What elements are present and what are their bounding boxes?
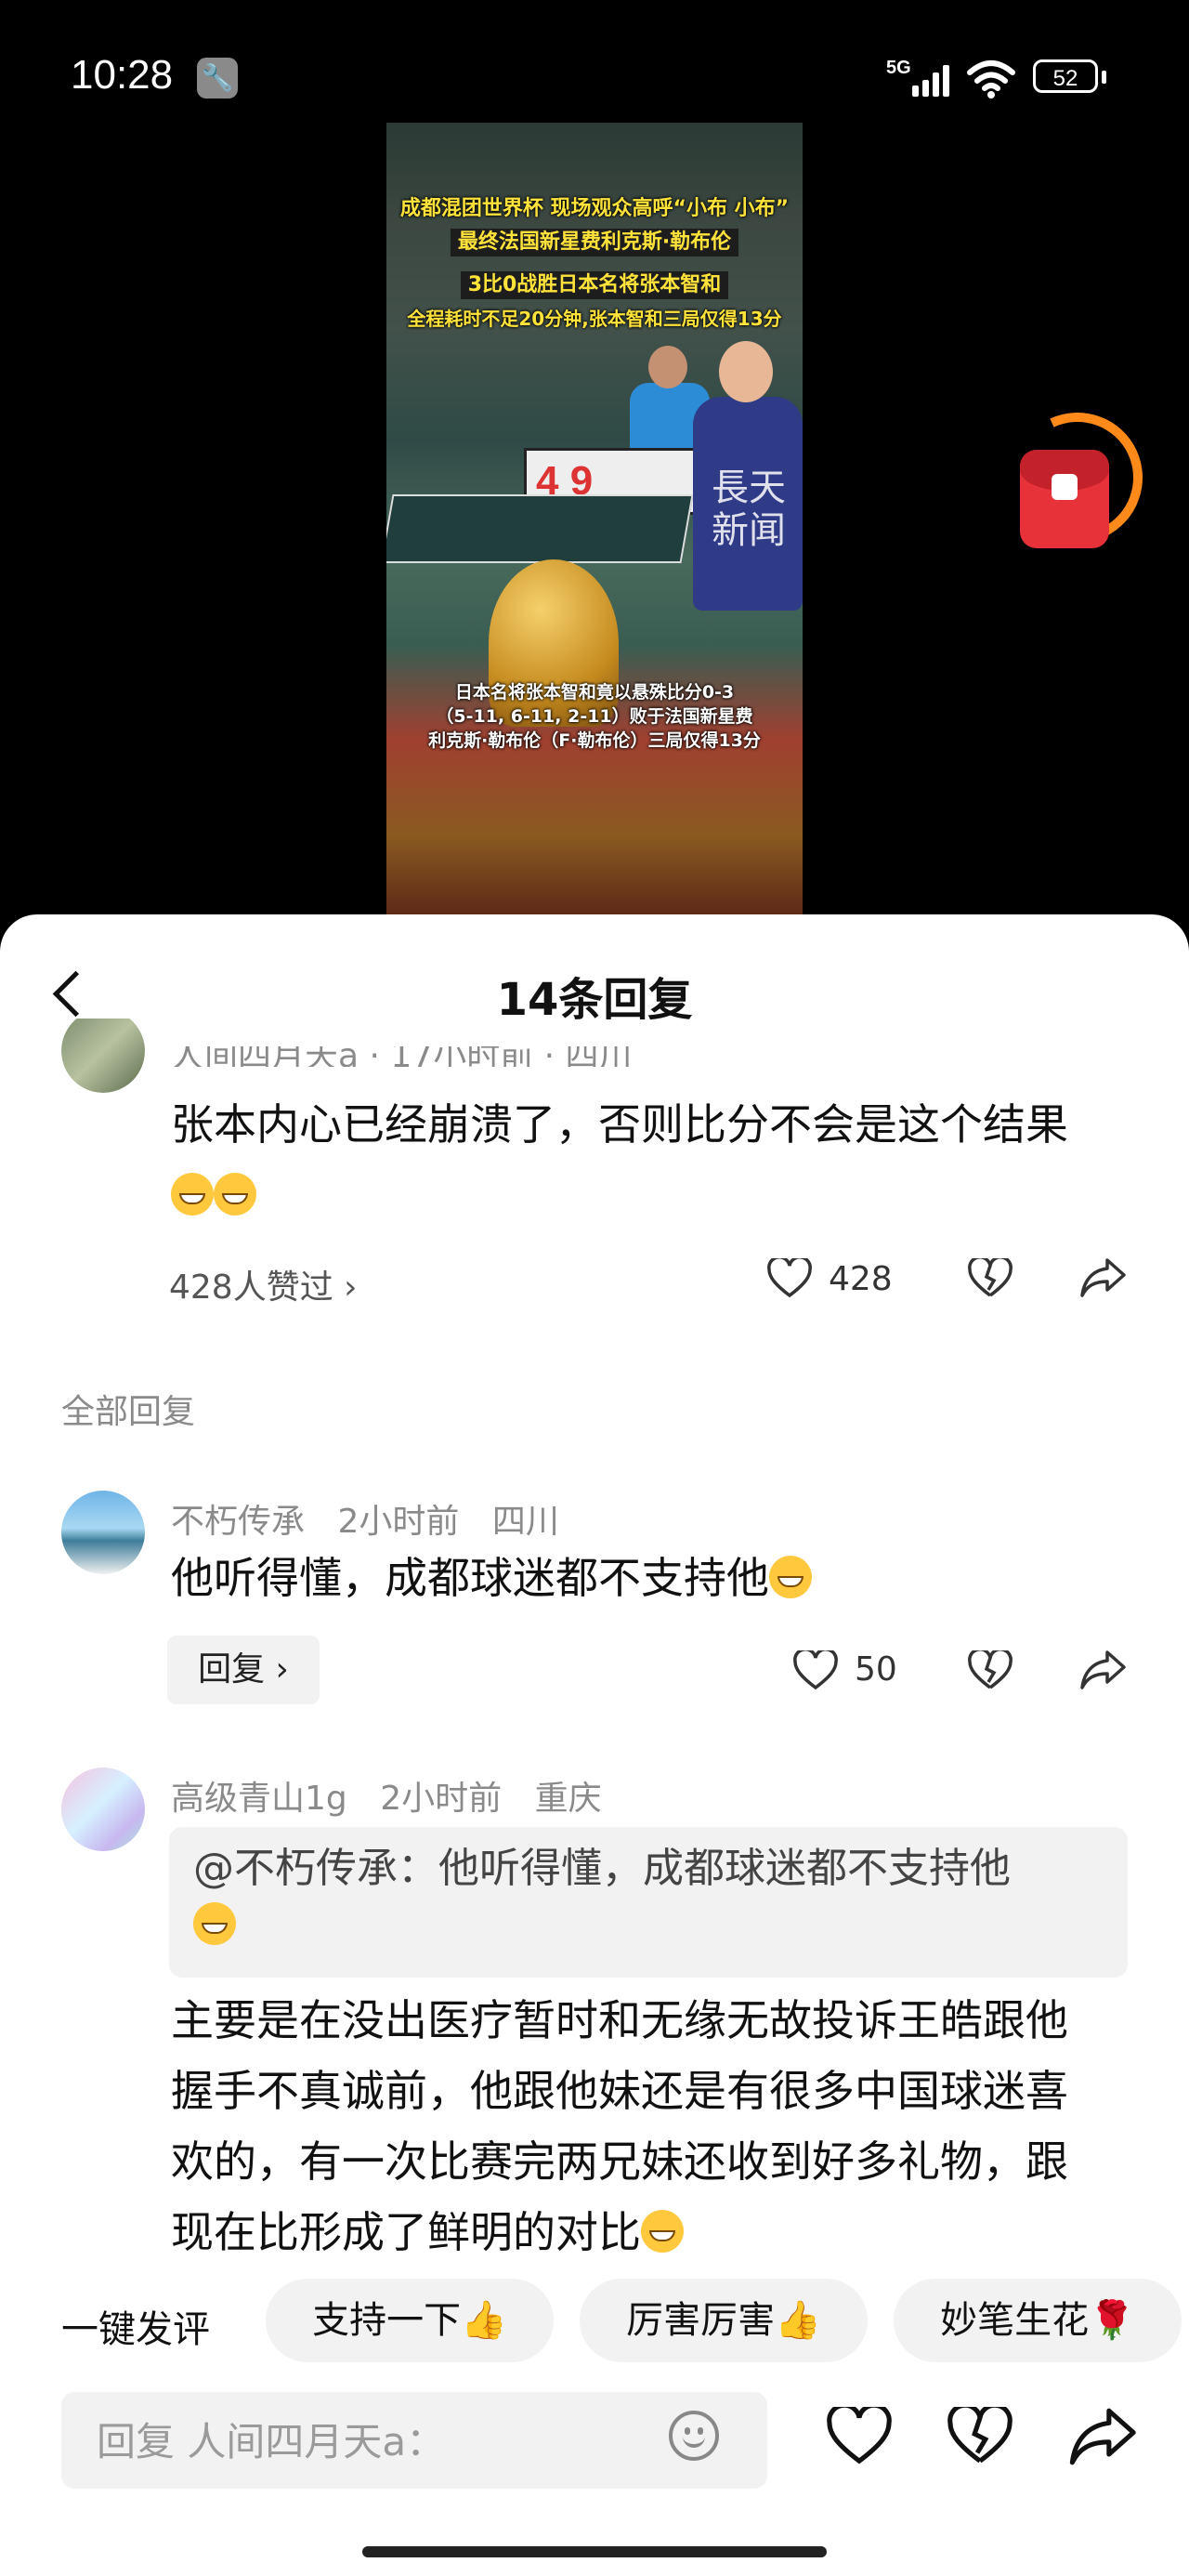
home-indicator[interactable] [362,2546,827,2557]
quick-comment-label: 一键发评 [61,2308,210,2351]
quick-comment-chip[interactable]: 厉害厉害👍 [580,2279,868,2362]
quick-comment-chip[interactable]: 妙笔生花🌹 [894,2279,1182,2362]
reply-text: 主要是在没出医疗暂时和无缘无故投诉王皓跟他握手不真诚前，他跟他妹还是有很多中国球… [171,1995,1068,2257]
top-comment-text: 张本内心已经崩溃了，否则比分不会是这个结果 [171,1089,1109,1230]
laughing-crying-emoji [641,2210,684,2253]
video-caption: 最终法国新星费利克斯·勒布伦 [386,229,803,256]
network-type: 5G [886,58,911,78]
grinning-emoji [193,1902,236,1945]
battery-tip [1102,71,1106,84]
video-subtitle: 利克斯·勒布伦（F·勒布伦）三局仅得13分 [428,730,761,751]
reply-meta: 不朽传承 2小时前 四川 [171,1494,559,1543]
share-arrow-icon[interactable] [1079,1256,1128,1299]
heart-icon[interactable] [793,1650,838,1691]
timestamp: 2小时前 [337,1503,460,1541]
username[interactable]: 高级青山1g [171,1780,347,1818]
reply-text: 他听得懂，成都球迷都不支持他 [171,1543,1189,1613]
share-arrow-icon[interactable] [1068,2405,1139,2468]
heart-icon[interactable] [827,2407,892,2466]
wifi-icon [967,60,1015,99]
grinning-emoji [769,1556,812,1598]
sheet-title: 14条回复 [496,974,693,1026]
username[interactable]: 不朽传承 [171,1503,305,1541]
laughing-crying-emoji [171,1173,214,1216]
laughing-crying-emoji [214,1173,256,1216]
watermark-logo: 長天新闻 [712,467,786,552]
quick-comment-chip[interactable]: 支持一下👍 [266,2279,554,2362]
share-arrow-icon[interactable] [1079,1649,1128,1691]
video-caption: 3比0战胜日本名将张本智和 [386,271,803,299]
emoji-picker-icon[interactable] [669,2411,719,2461]
reply-meta: 高级青山1g 2小时前 重庆 [171,1771,602,1820]
ping-pong-table [386,494,694,563]
quoted-text: @不朽传承：他听得懂，成都球迷都不支持他 [193,1840,1113,1955]
red-envelope-seal [1052,474,1078,500]
referee-figure [648,346,687,388]
avatar[interactable] [61,1768,145,1851]
timestamp: 2小时前 [380,1780,503,1818]
like-count: 428 [829,1260,893,1298]
video-subtitle: （5-11, 6-11, 2-11）败于法国新星费 [436,706,753,727]
top-comment-meta: 人间四月天a · 17小时前 · 四川 [171,1046,633,1067]
reply-button[interactable]: 回复 › [167,1636,320,1704]
battery-indicator: 52 [1033,59,1098,93]
signal-icon [912,61,955,97]
player-figure [719,341,773,402]
video-caption: 成都混团世界杯 现场观众高呼“小布 小布” [399,197,790,220]
video-caption: 全程耗时不足20分钟,张本智和三局仅得13分 [407,308,782,330]
broken-heart-icon[interactable] [968,1650,1013,1691]
location: 四川 [491,1503,559,1541]
broken-heart-icon[interactable] [968,1258,1013,1299]
liked-by-link[interactable]: 428人赞过 › [169,1260,358,1308]
heart-icon[interactable] [767,1258,812,1299]
section-label: 全部回复 [61,1393,196,1431]
avatar[interactable] [61,1491,145,1574]
status-time: 10:28 [71,52,174,98]
video-subtitle: 日本名将张本智和竟以悬殊比分0-3 [454,682,735,703]
video-player[interactable]: 成都混团世界杯 现场观众高呼“小布 小布” 最终法国新星费利克斯·勒布伦 3比0… [386,123,803,914]
broken-heart-icon[interactable] [947,2407,1013,2466]
like-count: 50 [855,1650,897,1689]
reply-input-placeholder: 回复 人间四月天a： [97,2419,446,2464]
location: 重庆 [534,1780,602,1818]
wrench-icon: 🔧 [197,58,238,99]
